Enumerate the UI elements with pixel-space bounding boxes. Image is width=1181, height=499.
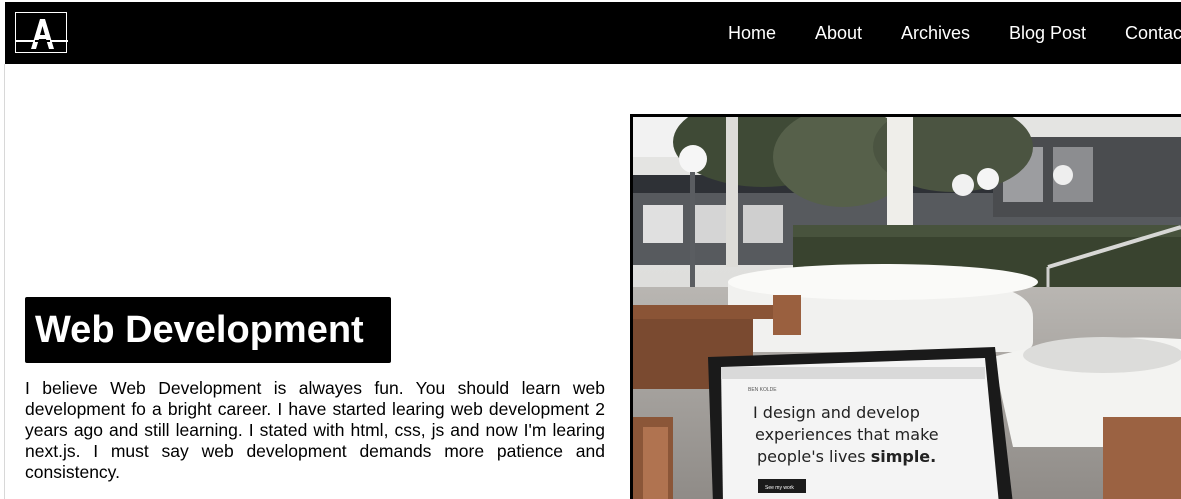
hero-description: I believe Web Development is alwayes fun… (25, 378, 605, 482)
laptop-screen-line2: experiences that make (755, 425, 939, 444)
nav-link-blog-post[interactable]: Blog Post (1009, 22, 1086, 44)
laptop-screen-button: See my work (765, 485, 794, 491)
laptop-screen-brand: BEN KOLDE (748, 387, 777, 393)
nav-link-archives[interactable]: Archives (901, 22, 970, 44)
page-left-border (4, 64, 5, 499)
nav-link-about[interactable]: About (815, 22, 862, 44)
hero-photo: BEN KOLDE I design and develop experienc… (630, 114, 1181, 499)
page: A Home About Archives Blog Post Contact … (0, 0, 1181, 499)
nav-link-contact[interactable]: Contact (1125, 22, 1181, 44)
nav-links: Home About Archives Blog Post Contact (5, 2, 1181, 64)
hero-title: Web Development (35, 309, 364, 351)
laptop-screen-line1: I design and develop (753, 403, 920, 422)
laptop-screen-line3-bold: simple. (871, 447, 937, 466)
hero-title-box: Web Development (25, 297, 391, 363)
nav-link-home[interactable]: Home (728, 22, 776, 44)
navbar: A Home About Archives Blog Post Contact (5, 2, 1181, 64)
laptop-screen-line3: people's lives (757, 447, 871, 466)
svg-text:people's lives simple.: people's lives simple. (757, 447, 936, 466)
